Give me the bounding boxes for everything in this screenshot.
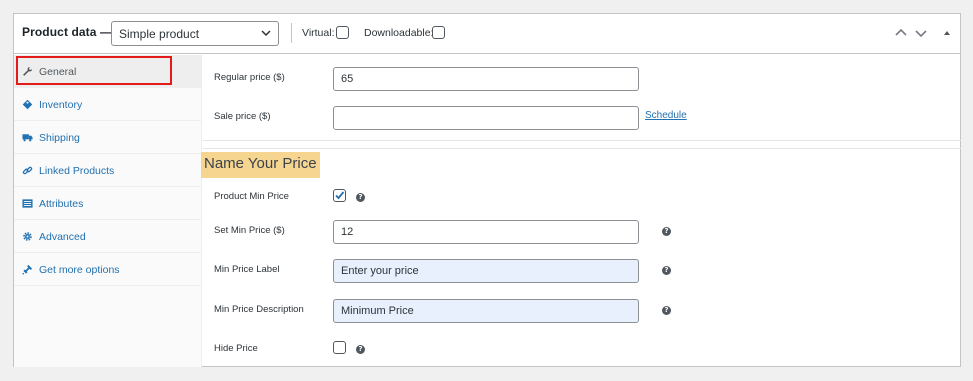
- pricing-divider: [203, 140, 961, 141]
- help-icon[interactable]: ?: [662, 227, 671, 236]
- tab-general[interactable]: General: [14, 55, 202, 88]
- tab-advanced-label: Advanced: [39, 231, 86, 243]
- tab-get-more-options-label: Get more options: [39, 264, 120, 276]
- tag-icon: [22, 99, 33, 110]
- tab-attributes-label: Attributes: [39, 198, 84, 210]
- product-data-title: Product data —: [22, 25, 113, 39]
- help-icon[interactable]: ?: [356, 345, 365, 354]
- tab-shipping[interactable]: Shipping: [14, 121, 202, 154]
- product-data-panel: Product data — Simple product Virtual: D…: [13, 13, 961, 367]
- gear-icon: [23, 232, 32, 241]
- sale-price-label: Sale price ($): [214, 111, 271, 122]
- tab-inventory[interactable]: Inventory: [14, 88, 202, 121]
- regular-price-input[interactable]: 65: [333, 67, 639, 91]
- tab-shipping-label: Shipping: [39, 132, 80, 144]
- toggle-panel-icon[interactable]: [940, 26, 954, 40]
- product-data-header: Product data — Simple product Virtual: D…: [14, 14, 960, 54]
- truck-icon: [22, 134, 33, 142]
- product-type-select[interactable]: Simple product: [111, 21, 279, 46]
- move-down-icon[interactable]: [914, 26, 928, 40]
- checkmark-icon: [335, 191, 345, 200]
- plugin-icon: [22, 264, 33, 275]
- virtual-label: Virtual:: [302, 27, 335, 39]
- tab-get-more-options[interactable]: Get more options: [14, 253, 202, 286]
- help-icon[interactable]: ?: [662, 266, 671, 275]
- move-up-icon[interactable]: [894, 26, 908, 40]
- name-your-price-heading: Name Your Price: [201, 152, 320, 178]
- virtual-checkbox[interactable]: [336, 26, 349, 39]
- product-data-tabs: General Inventory Shipping Linked Produc…: [14, 55, 202, 367]
- hide-price-label: Hide Price: [214, 343, 258, 354]
- tab-attributes[interactable]: Attributes: [14, 187, 202, 220]
- pricing-divider-2: [203, 148, 961, 149]
- wrench-icon: [23, 66, 33, 76]
- downloadable-label: Downloadable:: [364, 27, 434, 39]
- product-type-value: Simple product: [119, 27, 200, 41]
- set-min-price-label: Set Min Price ($): [214, 225, 285, 236]
- sale-price-input[interactable]: [333, 106, 639, 130]
- tab-general-label: General: [39, 66, 77, 78]
- link-icon: [22, 166, 33, 175]
- tab-inventory-label: Inventory: [39, 99, 83, 111]
- header-separator: [291, 23, 292, 43]
- tab-advanced[interactable]: Advanced: [14, 220, 202, 253]
- schedule-link[interactable]: Schedule: [645, 110, 687, 121]
- min-price-description-label: Min Price Description: [214, 304, 304, 315]
- list-icon: [22, 199, 33, 208]
- help-icon[interactable]: ?: [662, 306, 671, 315]
- min-price-label-input[interactable]: Enter your price: [333, 259, 639, 283]
- help-icon[interactable]: ?: [356, 193, 365, 202]
- chevron-down-icon: [261, 30, 271, 37]
- tab-linked-products[interactable]: Linked Products: [14, 154, 202, 187]
- min-price-label-label: Min Price Label: [214, 264, 280, 275]
- hide-price-checkbox[interactable]: [333, 341, 346, 354]
- set-min-price-input[interactable]: 12: [333, 220, 639, 244]
- regular-price-label: Regular price ($): [214, 72, 285, 83]
- product-min-price-label: Product Min Price: [214, 191, 289, 202]
- min-price-description-input[interactable]: Minimum Price: [333, 299, 639, 323]
- tab-linked-products-label: Linked Products: [39, 165, 115, 177]
- downloadable-checkbox[interactable]: [432, 26, 445, 39]
- product-min-price-checkbox[interactable]: [333, 189, 346, 202]
- general-options-panel: Regular price ($) 65 Sale price ($) Sche…: [201, 55, 961, 367]
